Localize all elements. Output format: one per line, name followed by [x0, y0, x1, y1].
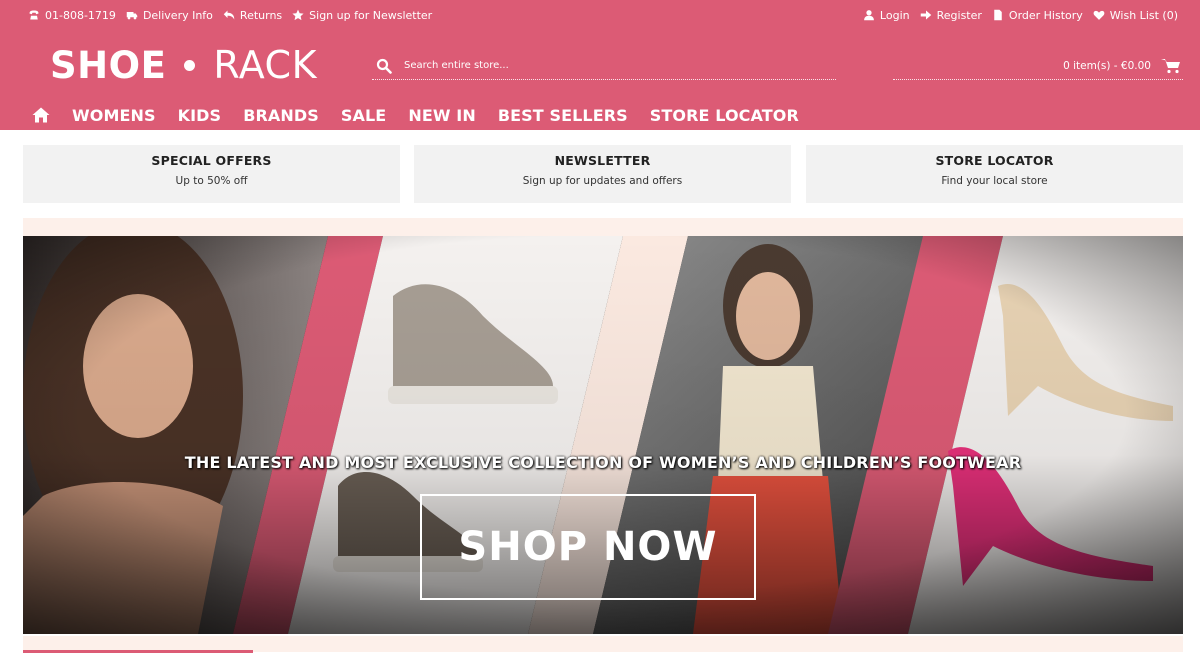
wishlist-label: Wish List (0) — [1109, 8, 1178, 22]
hero-top-strip — [23, 218, 1183, 236]
returns-label: Returns — [239, 8, 283, 22]
nav-new-in[interactable]: NEW IN — [408, 106, 475, 125]
cart-label: 0 item(s) - €0.00 — [1063, 59, 1151, 72]
site-logo[interactable]: SHOE RACK — [50, 43, 317, 87]
hero-banner[interactable]: THE LATEST AND MOST EXCLUSIVE COLLECTION… — [23, 236, 1183, 634]
cart-icon — [1161, 58, 1180, 73]
promo-special-offers[interactable]: SPECIAL OFFERS Up to 50% off — [23, 145, 400, 203]
promo-title: STORE LOCATOR — [935, 153, 1054, 168]
returns-icon — [223, 10, 235, 20]
nav-brands[interactable]: BRANDS — [243, 106, 319, 125]
home-icon — [32, 107, 50, 123]
cart-summary[interactable]: 0 item(s) - €0.00 — [893, 52, 1183, 80]
logo-word-shoe: SHOE — [50, 43, 167, 87]
main-nav: WOMENS KIDS BRANDS SALE NEW IN BEST SELL… — [32, 100, 799, 130]
site-header: 01-808-1719 Delivery Info Returns Sign u… — [0, 0, 1200, 130]
nav-sale[interactable]: SALE — [341, 106, 386, 125]
nav-store-locator[interactable]: STORE LOCATOR — [650, 106, 799, 125]
promo-subtitle: Sign up for updates and offers — [522, 175, 683, 187]
order-history-label: Order History — [1008, 8, 1083, 22]
promo-subtitle: Up to 50% off — [175, 175, 248, 187]
phone-icon — [29, 10, 39, 20]
heart-icon — [1093, 10, 1105, 20]
promo-title: NEWSLETTER — [554, 153, 651, 168]
promo-store-locator[interactable]: STORE LOCATOR Find your local store — [806, 145, 1183, 203]
section-accent-line — [23, 650, 253, 653]
returns-link[interactable]: Returns — [223, 9, 282, 22]
search-input[interactable] — [404, 60, 804, 71]
logo-word-rack: RACK — [213, 43, 317, 87]
topbar-left: 01-808-1719 Delivery Info Returns Sign u… — [28, 6, 432, 24]
wishlist-link[interactable]: Wish List (0) — [1093, 9, 1178, 22]
promo-newsletter[interactable]: NEWSLETTER Sign up for updates and offer… — [414, 145, 791, 203]
topbar-right: Login Register Order History Wish List (… — [863, 6, 1178, 24]
user-icon — [864, 10, 874, 21]
truck-icon — [126, 12, 138, 20]
register-label: Register — [936, 8, 982, 22]
delivery-info-label: Delivery Info — [142, 8, 213, 22]
shop-now-button[interactable]: SHOP NOW — [420, 494, 756, 600]
delivery-info-link[interactable]: Delivery Info — [126, 9, 213, 22]
hero-tagline: THE LATEST AND MOST EXCLUSIVE COLLECTION… — [184, 453, 1022, 472]
promo-title: SPECIAL OFFERS — [151, 153, 272, 168]
logo-dot — [184, 59, 196, 71]
order-history-link[interactable]: Order History — [992, 9, 1083, 22]
nav-kids[interactable]: KIDS — [178, 106, 222, 125]
login-link[interactable]: Login — [863, 9, 910, 22]
phone-link[interactable]: 01-808-1719 — [28, 9, 116, 22]
newsletter-link[interactable]: Sign up for Newsletter — [292, 9, 432, 22]
login-label: Login — [879, 8, 910, 22]
home-link[interactable] — [32, 107, 50, 123]
nav-best-sellers[interactable]: BEST SELLERS — [498, 106, 628, 125]
register-link[interactable]: Register — [920, 9, 982, 22]
star-icon — [292, 9, 304, 21]
phone-number: 01-808-1719 — [45, 8, 116, 22]
register-icon — [920, 10, 931, 20]
newsletter-label: Sign up for Newsletter — [309, 8, 433, 22]
document-icon — [994, 9, 1002, 21]
promo-subtitle: Find your local store — [941, 175, 1048, 187]
search-icon[interactable] — [376, 58, 392, 74]
nav-womens[interactable]: WOMENS — [72, 106, 156, 125]
search-bar — [372, 52, 836, 80]
